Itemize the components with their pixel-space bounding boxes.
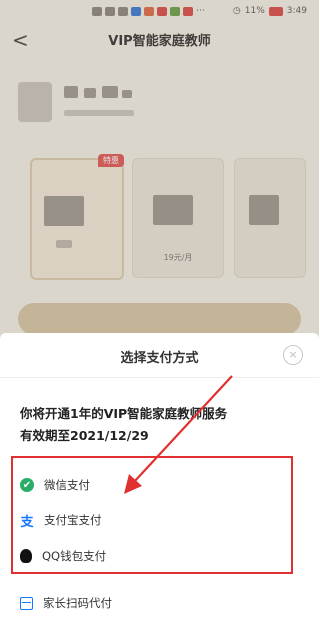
qq-penguin-icon xyxy=(20,549,32,563)
scan-icon xyxy=(20,596,33,610)
service-duration-text: 你将开通1年的VIP智能家庭教师服务 xyxy=(20,406,228,421)
payment-label: QQ钱包支付 xyxy=(42,549,107,563)
payment-label: 家长扫码代付 xyxy=(43,596,112,610)
payment-option-scan[interactable]: 家长扫码代付 xyxy=(20,595,112,611)
payment-label: 支付宝支付 xyxy=(44,513,102,527)
screen: ⋯ ◷ 11% 3:49 < VIP智能家庭教师 特惠 19元/月 选择支付方式… xyxy=(0,0,319,620)
payment-option-qq[interactable]: QQ钱包支付 xyxy=(20,545,280,567)
payment-option-wechat[interactable]: ✔ 微信支付 xyxy=(20,474,280,496)
close-button[interactable]: × xyxy=(283,345,303,365)
alipay-icon: 支 xyxy=(20,514,34,530)
service-expiry-text: 有效期至2021/12/29 xyxy=(20,428,149,443)
payment-label: 微信支付 xyxy=(44,478,90,492)
sheet-title: 选择支付方式 xyxy=(120,351,199,366)
service-description: 你将开通1年的VIP智能家庭教师服务 有效期至2021/12/29 xyxy=(20,403,227,447)
payment-sheet: 选择支付方式 × 你将开通1年的VIP智能家庭教师服务 有效期至2021/12/… xyxy=(0,333,319,620)
divider xyxy=(0,377,319,378)
wechat-icon: ✔ xyxy=(20,478,34,492)
dim-overlay xyxy=(0,0,319,340)
payment-option-alipay[interactable]: 支 支付宝支付 xyxy=(20,509,280,531)
